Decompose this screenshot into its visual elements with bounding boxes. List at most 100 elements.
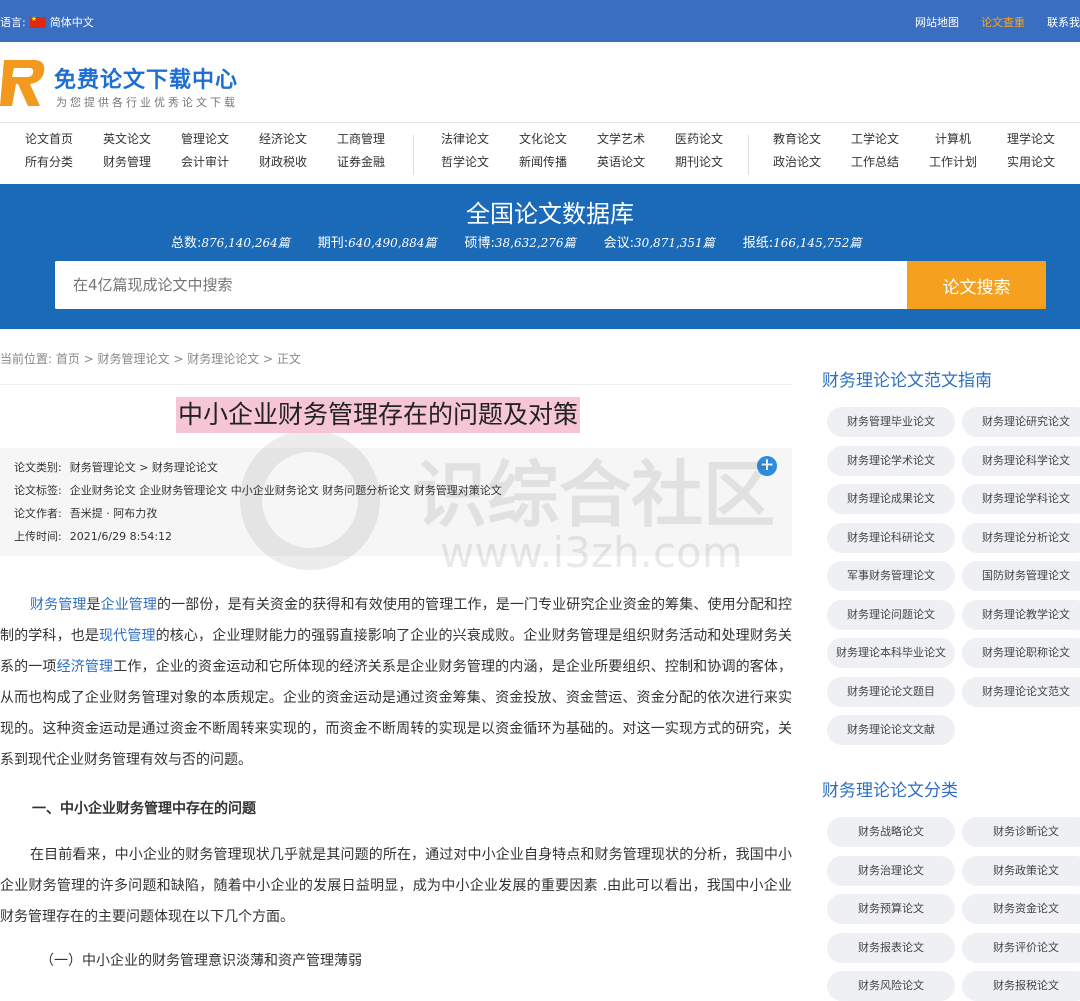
sidebar-tag[interactable]: 财务理论学科论文 — [962, 484, 1080, 514]
nav-item[interactable]: 英文论文 — [88, 131, 166, 148]
stat-item: 总数:876,140,264篇 — [171, 236, 290, 251]
nav-item[interactable]: 政治论文 — [758, 154, 836, 171]
section-heading: 一、中小企业财务管理中存在的问题 — [32, 801, 256, 817]
nav-item[interactable]: 财政税收 — [244, 154, 322, 171]
stat-item: 硕博:38,632,276篇 — [464, 236, 576, 251]
nav-item[interactable]: 理学论文 — [992, 131, 1070, 148]
nav-group-3: 教育论文 工学论文 计算机 理学论文政治论文 工作总结 工作计划 实用论文 — [758, 131, 1070, 171]
banner-title: 全国论文数据库 — [466, 200, 634, 228]
category-nav: 论文首页 英文论文 管理论文 经济论文 工商管理所有分类 财务管理 会计审计 财政税收 证券金融… — [0, 122, 1080, 184]
article-body: 财务管理是企业管理的一部份，是有关资金的获得和有效使用的管理工作，是一门专业研究… — [0, 590, 793, 969]
sidebar-tag[interactable]: 财务治理论文 — [827, 855, 955, 886]
nav-item[interactable]: 所有分类 — [10, 154, 88, 171]
nav-item[interactable]: 医药论文 — [660, 131, 738, 148]
meta-category: 论文类别: 财务管理论文 > 财务理论论文 — [14, 461, 218, 474]
meta-upload-time: 上传时间: 2021/6/29 8:54:12 — [14, 530, 173, 543]
sidebar-tag[interactable]: 财务理论成果论文 — [827, 484, 955, 514]
database-banner: 全国论文数据库 总数:876,140,264篇 期刊:640,490,884篇 硕博… — [0, 184, 1080, 329]
sidebar-tag[interactable]: 财务报表论文 — [827, 932, 955, 963]
nav-item[interactable]: 文化论文 — [504, 131, 582, 148]
nav-item[interactable]: 文学艺术 — [582, 131, 660, 148]
language-selector[interactable]: 语言: 简体中文 — [0, 14, 94, 30]
add-icon[interactable]: + — [757, 456, 777, 476]
stat-item: 期刊:640,490,884篇 — [317, 236, 437, 251]
sidebar-tag[interactable]: 国防财务管理论文 — [962, 561, 1080, 591]
nav-item[interactable]: 哲学论文 — [426, 154, 504, 171]
nav-divider — [413, 135, 414, 175]
site-title[interactable]: 免费论文下载中心 — [54, 62, 238, 94]
china-flag-icon — [29, 15, 46, 28]
nav-item[interactable]: 新闻传播 — [504, 154, 582, 171]
sidebar-tag[interactable]: 财务理论科研论文 — [827, 522, 955, 553]
language-label: 语言: — [0, 16, 26, 29]
category-title: 财务理论论文分类 — [822, 781, 958, 801]
breadcrumb[interactable]: 当前位置: 首页 > 财务管理论文 > 财务理论论文 > 正文 — [0, 350, 301, 367]
sidebar-tag[interactable]: 财务预算论文 — [827, 894, 955, 924]
sidebar-tag[interactable]: 财务风险论文 — [827, 971, 955, 1001]
paragraph: 财务管理是企业管理的一部份，是有关资金的获得和有效使用的管理工作，是一门专业研究… — [0, 597, 793, 768]
nav-item[interactable]: 工商管理 — [322, 131, 400, 148]
nav-item[interactable]: 工作总结 — [836, 154, 914, 171]
database-stats: 总数:876,140,264篇 期刊:640,490,884篇 硕博:38,632,… — [171, 232, 861, 251]
logo-icon[interactable] — [0, 58, 48, 108]
link-finance-management[interactable]: 财务管理 — [30, 597, 86, 613]
nav-item[interactable]: 工作计划 — [914, 154, 992, 171]
article-meta: 论文类别: 财务管理论文 > 财务理论论文 论文标签: 企业财务论文 企业财务管理论… — [0, 448, 792, 556]
sidebar-tag[interactable]: 财务资金论文 — [962, 894, 1080, 924]
site-header: 免费论文下载中心 为您提供各行业优秀论文下载 — [0, 42, 1080, 122]
sidebar-tag[interactable]: 财务理论教学论文 — [962, 599, 1080, 630]
nav-item[interactable]: 期刊论文 — [660, 154, 738, 171]
language-value[interactable]: 简体中文 — [50, 14, 94, 30]
sidebar-tag[interactable]: 财务理论论文范文 — [962, 676, 1080, 707]
link-economic-management[interactable]: 经济管理 — [57, 659, 114, 675]
nav-item[interactable]: 管理论文 — [166, 131, 244, 148]
link-enterprise-management[interactable]: 企业管理 — [101, 597, 157, 613]
nav-group-1: 论文首页 英文论文 管理论文 经济论文 工商管理所有分类 财务管理 会计审计 财政税收 证券金融 — [10, 131, 400, 171]
nav-group-2: 法律论文 文化论文 文学艺术 医药论文哲学论文 新闻传播 英语论文 期刊论文 — [426, 131, 738, 171]
sidebar-tag[interactable]: 财务理论本科毕业论文 — [827, 638, 955, 668]
search-button[interactable]: 论文搜索 — [907, 261, 1046, 309]
search-input[interactable] — [55, 261, 907, 309]
sidebar-tag[interactable]: 财务诊断论文 — [962, 817, 1080, 847]
nav-item[interactable]: 会计审计 — [166, 154, 244, 171]
nav-item[interactable]: 论文首页 — [10, 131, 88, 148]
link-modern-management[interactable]: 现代管理 — [99, 628, 156, 644]
stat-item: 报纸:166,145,752篇 — [742, 236, 862, 251]
sidebar-tag[interactable]: 财务理论论文题目 — [827, 676, 955, 707]
stat-item: 会议:30,871,351篇 — [603, 236, 715, 251]
nav-divider — [748, 135, 749, 175]
sidebar-tag[interactable]: 财务管理毕业论文 — [827, 407, 955, 437]
plagiarism-check-link[interactable]: 论文查重 — [981, 14, 1025, 30]
nav-item[interactable]: 工学论文 — [836, 131, 914, 148]
sidebar-tag[interactable]: 财务理论分析论文 — [962, 522, 1080, 553]
sidebar-tag[interactable]: 财务理论论文文献 — [827, 715, 955, 745]
top-bar: 语言: 简体中文 网站地图 论文查重 联系我 — [0, 0, 1080, 42]
nav-item[interactable]: 证券金融 — [322, 154, 400, 171]
sidebar-tag[interactable]: 财务战略论文 — [827, 817, 955, 847]
paragraph: 在目前看来，中小企业的财务管理现状几乎就是其问题的所在，通过对中小企业自身特点和… — [0, 847, 792, 925]
subsection-heading: （一）中小企业的财务管理意识淡薄和资产管理薄弱 — [40, 953, 362, 969]
nav-item[interactable]: 英语论文 — [582, 154, 660, 171]
article-title: 中小企业财务管理存在的问题及对策 — [176, 397, 581, 433]
meta-tags: 论文标签: 企业财务论文 企业财务管理论文 中小企业财务论文 财务问题分析论文 财… — [14, 484, 502, 497]
nav-item[interactable]: 经济论文 — [244, 131, 322, 148]
sidebar-tag[interactable]: 财务评价论文 — [962, 932, 1080, 963]
contact-link[interactable]: 联系我 — [1047, 14, 1080, 30]
sidebar-tag[interactable]: 财务理论研究论文 — [962, 407, 1080, 437]
sidebar-tag[interactable]: 财务政策论文 — [962, 855, 1080, 886]
divider — [0, 384, 792, 385]
guide-title: 财务理论论文范文指南 — [822, 371, 992, 391]
nav-item[interactable]: 计算机 — [914, 131, 992, 148]
sidebar-tag[interactable]: 财务理论学术论文 — [827, 445, 955, 476]
sidebar-tag[interactable]: 军事财务管理论文 — [827, 561, 955, 591]
sidebar-tag[interactable]: 财务报税论文 — [962, 971, 1080, 1001]
nav-item[interactable]: 实用论文 — [992, 154, 1070, 171]
search-box: 论文搜索 — [55, 261, 1046, 309]
sidebar-tag[interactable]: 财务理论科学论文 — [962, 445, 1080, 476]
nav-item[interactable]: 教育论文 — [758, 131, 836, 148]
sitemap-link[interactable]: 网站地图 — [915, 14, 959, 30]
sidebar-tag[interactable]: 财务理论问题论文 — [827, 599, 955, 630]
sidebar-tag[interactable]: 财务理论职称论文 — [962, 638, 1080, 668]
nav-item[interactable]: 财务管理 — [88, 154, 166, 171]
nav-item[interactable]: 法律论文 — [426, 131, 504, 148]
